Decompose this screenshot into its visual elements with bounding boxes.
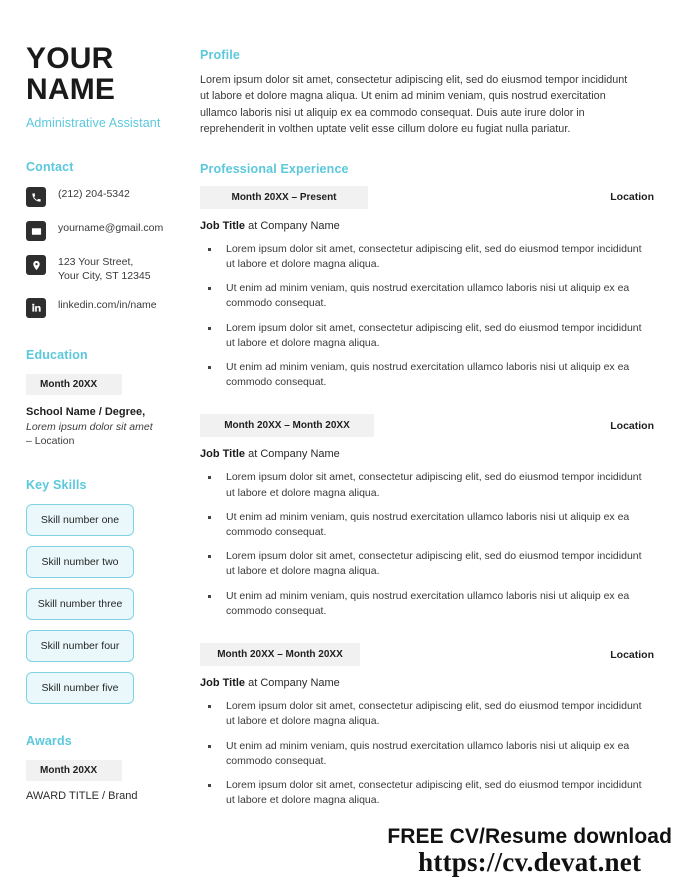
bullet-item: Lorem ipsum dolor sit amet, consectetur … — [200, 699, 644, 729]
bullet-item: Ut enim ad minim veniam, quis nostrud ex… — [200, 360, 644, 390]
resume-page: YOUR NAME Administrative Assistant Conta… — [0, 0, 680, 880]
skill-pill[interactable]: Skill number four — [26, 630, 134, 663]
sidebar: YOUR NAME Administrative Assistant Conta… — [0, 0, 200, 880]
experience-job-title: Job Title — [200, 219, 246, 232]
experience-location: Location — [610, 419, 654, 432]
bullet-item: Ut enim ad minim veniam, quis nostrud ex… — [200, 281, 644, 311]
profile-text: Lorem ipsum dolor sit amet, consectetur … — [200, 74, 628, 136]
experience-title: Job Title at Company Name — [200, 220, 658, 232]
watermark-line-1: FREE CV/Resume download — [387, 825, 672, 848]
bullet-item: Ut enim ad minim veniam, quis nostrud ex… — [200, 589, 644, 619]
skill-pill[interactable]: Skill number two — [26, 546, 134, 579]
experience-bullets: Lorem ipsum dolor sit amet, consectetur … — [200, 242, 658, 391]
experience-entry: Month 20XX – Month 20XX Location Job Tit… — [200, 414, 658, 619]
award-title: AWARD TITLE / Brand — [26, 790, 138, 803]
experience-date-badge: Month 20XX – Month 20XX — [200, 414, 374, 438]
job-role: Administrative Assistant — [26, 116, 161, 131]
skill-pill[interactable]: Skill number one — [26, 504, 134, 537]
education-school: School Name / Degree, — [26, 405, 146, 418]
experience-bullets: Lorem ipsum dolor sit amet, consectetur … — [200, 699, 658, 808]
bullet-item: Lorem ipsum dolor sit amet, consectetur … — [200, 778, 644, 808]
award-item: Month 20XX AWARD TITLE / Brand — [26, 760, 200, 802]
experience-heading: Professional Experience — [200, 161, 349, 176]
contact-email: yourname@gmail.com — [58, 222, 164, 235]
experience-location: Location — [610, 191, 654, 204]
experience-date-badge: Month 20XX – Present — [200, 185, 368, 209]
experience-entry: Month 20XX – Month 20XX Location Job Tit… — [200, 643, 658, 808]
experience-header: Month 20XX – Present Location — [200, 185, 658, 209]
phone-icon — [26, 187, 46, 208]
bullet-item: Lorem ipsum dolor sit amet, consectetur … — [200, 321, 644, 351]
experience-title: Job Title at Company Name — [200, 448, 658, 460]
name-line-2: NAME — [26, 72, 116, 106]
bullet-item: Lorem ipsum dolor sit amet, consectetur … — [200, 549, 644, 579]
bullet-item: Lorem ipsum dolor sit amet, consectetur … — [200, 470, 644, 500]
skill-pill[interactable]: Skill number three — [26, 588, 134, 621]
bullet-item: Ut enim ad minim veniam, quis nostrud ex… — [200, 739, 644, 769]
bullet-item: Ut enim ad minim veniam, quis nostrud ex… — [200, 510, 644, 540]
contact-row[interactable]: linkedin.com/in/name — [26, 297, 200, 318]
experience-bullets: Lorem ipsum dolor sit amet, consectetur … — [200, 470, 658, 619]
experience-date-badge: Month 20XX – Month 20XX — [200, 643, 360, 667]
contact-linkedin: linkedin.com/in/name — [58, 298, 157, 311]
award-date-badge: Month 20XX — [26, 760, 122, 782]
education-item: Month 20XX School Name / Degree, Lorem i… — [26, 373, 200, 448]
education-location: – Location — [26, 434, 75, 447]
experience-header: Month 20XX – Month 20XX Location — [200, 414, 658, 438]
experience-title: Job Title at Company Name — [200, 677, 658, 689]
experience-header: Month 20XX – Month 20XX Location — [200, 643, 658, 667]
contact-row[interactable]: yourname@gmail.com — [26, 220, 200, 242]
contact-address: 123 Your Street, Your City, ST 12345 — [58, 256, 151, 283]
education-heading: Education — [26, 347, 88, 362]
contact-list: (212) 204-5342 yourname@gmail.com 123 Yo… — [26, 186, 200, 318]
profile-heading: Profile — [200, 48, 240, 62]
watermark-line-2: https://cv.devat.net — [418, 847, 642, 877]
skills-heading: Key Skills — [26, 478, 87, 493]
contact-row[interactable]: (212) 204-5342 — [26, 186, 200, 208]
bullet-item: Lorem ipsum dolor sit amet, consectetur … — [200, 242, 644, 272]
envelope-icon — [26, 221, 46, 242]
map-pin-icon — [26, 255, 46, 276]
awards-heading: Awards — [26, 734, 72, 749]
skill-list: Skill number one Skill number two Skill … — [26, 504, 200, 705]
education-date-badge: Month 20XX — [26, 373, 122, 395]
name-line-1: YOUR — [26, 42, 114, 75]
contact-phone: (212) 204-5342 — [58, 188, 130, 201]
skill-pill[interactable]: Skill number five — [26, 672, 134, 705]
experience-entry: Month 20XX – Present Location Job Title … — [200, 185, 658, 391]
contact-heading: Contact — [26, 160, 74, 175]
experience-job-title: Job Title — [200, 448, 246, 461]
experience-company: at Company Name — [245, 448, 340, 461]
experience-location: Location — [610, 648, 654, 661]
experience-job-title: Job Title — [200, 677, 246, 690]
contact-row[interactable]: 123 Your Street, Your City, ST 12345 — [26, 254, 200, 284]
main-column: Profile Lorem ipsum dolor sit amet, cons… — [200, 0, 680, 880]
watermark: FREE CV/Resume download https://cv.devat… — [387, 826, 672, 876]
education-description: Lorem ipsum dolor sit amet — [26, 420, 153, 433]
experience-company: at Company Name — [245, 677, 340, 690]
experience-company: at Company Name — [245, 219, 340, 232]
name-block: YOUR NAME — [26, 42, 200, 106]
linkedin-icon — [26, 297, 46, 318]
